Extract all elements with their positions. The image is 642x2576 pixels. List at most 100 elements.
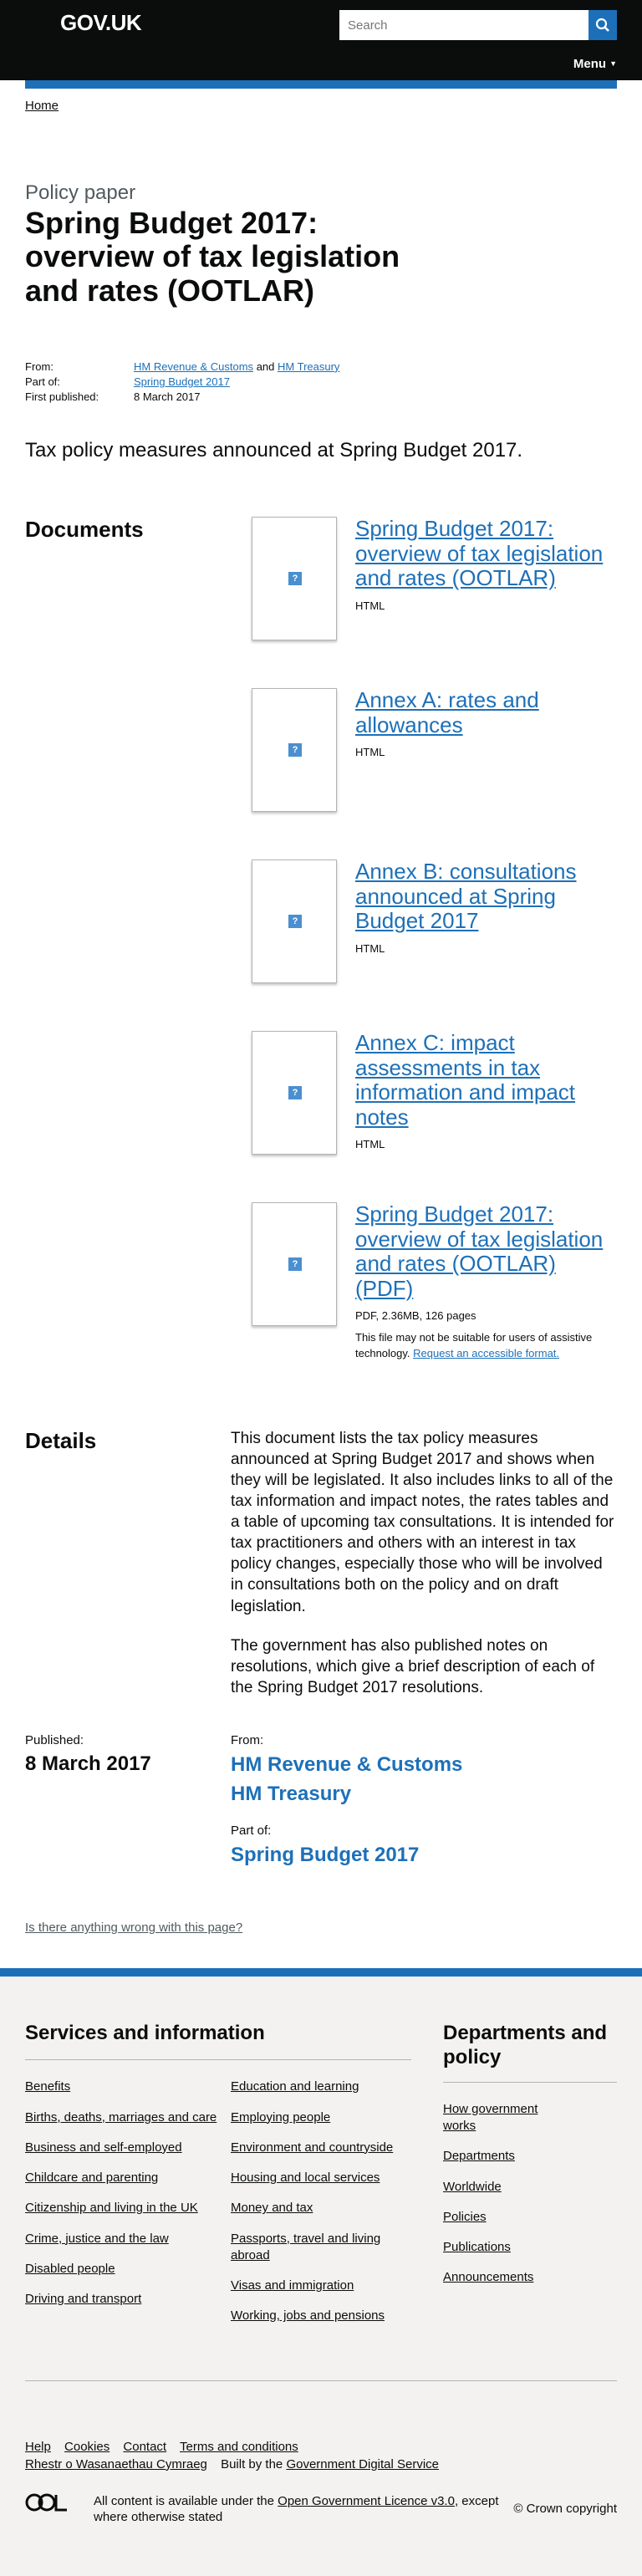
- published-label: Published:: [25, 1732, 84, 1747]
- footer-link[interactable]: Disabled people: [25, 2262, 115, 2276]
- meta-org-treasury[interactable]: HM Treasury: [278, 360, 339, 373]
- footer-link[interactable]: Passports, travel and living abroad: [231, 2232, 380, 2262]
- meta-first-published: First published: 8 March 2017: [25, 390, 617, 405]
- document-item: ? Annex A: rates and allowances HTML: [225, 687, 617, 860]
- document-placeholder-icon: ?: [288, 1257, 302, 1271]
- footer-link[interactable]: Departments: [443, 2149, 515, 2163]
- footer-cookies-link[interactable]: Cookies: [64, 2440, 110, 2454]
- footer-departments-heading: Departments and policy: [443, 2022, 617, 2083]
- footer-services-heading: Services and information: [25, 2022, 411, 2061]
- document-thumbnail[interactable]: ?: [252, 687, 337, 812]
- documents-heading: Documents: [25, 516, 144, 542]
- footer-link[interactable]: Money and tax: [231, 2201, 313, 2215]
- search-form: [339, 10, 617, 40]
- meta-org-hmrc[interactable]: HM Revenue & Customs: [134, 360, 253, 373]
- footer-link[interactable]: Business and self-employed: [25, 2140, 182, 2155]
- meta-part-of: Part of: Spring Budget 2017: [25, 375, 617, 390]
- footer-departments-list: How government works Departments Worldwi…: [443, 2101, 560, 2287]
- footer-help-link[interactable]: Help: [25, 2440, 51, 2454]
- footer-contact-link[interactable]: Contact: [123, 2440, 166, 2454]
- document-placeholder-icon: ?: [288, 742, 302, 757]
- footer-link[interactable]: Citizenship and living in the UK: [25, 2201, 198, 2215]
- document-item: ? Spring Budget 2017: overview of tax le…: [225, 1201, 617, 1381]
- document-item: ? Annex C: impact assessments in tax inf…: [225, 1030, 617, 1202]
- document-item: ? Annex B: consultations announced at Sp…: [225, 859, 617, 1031]
- site-header: GOV.UK Menu▼: [0, 0, 642, 80]
- title-block: Policy paper Spring Budget 2017: overvie…: [0, 113, 642, 308]
- footer-link[interactable]: Visas and immigration: [231, 2278, 354, 2293]
- footer-link[interactable]: Working, jobs and pensions: [231, 2308, 385, 2323]
- footer-link[interactable]: Publications: [443, 2240, 511, 2254]
- footer-link[interactable]: How government works: [443, 2102, 538, 2133]
- footer-terms-link[interactable]: Terms and conditions: [180, 2440, 298, 2454]
- page-title: Spring Budget 2017: overview of tax legi…: [25, 206, 400, 308]
- document-format: HTML: [355, 746, 385, 759]
- meta-first-published-date: 8 March 2017: [134, 390, 201, 403]
- document-item: ? Spring Budget 2017: overview of tax le…: [225, 516, 617, 688]
- page-caption: Policy paper: [25, 181, 136, 204]
- search-icon: [595, 18, 609, 32]
- published-section: Published: 8 March 2017 From: HM Revenue…: [0, 1716, 642, 1870]
- footer-link[interactable]: Policies: [443, 2210, 487, 2224]
- footer-link[interactable]: Environment and countryside: [231, 2140, 393, 2155]
- published-org-treasury[interactable]: HM Treasury: [231, 1780, 617, 1809]
- footer-link[interactable]: Benefits: [25, 2079, 70, 2094]
- footer-services: Services and information Benefits Births…: [25, 2022, 411, 2338]
- document-placeholder-icon: ?: [288, 571, 302, 585]
- footer-meta: Help Cookies Contact Terms and condition…: [25, 2440, 617, 2526]
- accessibility-note: This file may not be suitable for users …: [355, 1330, 617, 1362]
- document-thumbnail[interactable]: ?: [252, 859, 337, 983]
- footer-welsh-link[interactable]: Rhestr o Wasanaethau Cymraeg: [25, 2457, 207, 2471]
- menu-button[interactable]: Menu ▼: [573, 57, 617, 71]
- request-accessible-format-link[interactable]: Request an accessible format.: [413, 1347, 559, 1359]
- search-button[interactable]: [588, 10, 617, 40]
- crown-copyright-link[interactable]: © Crown copyright: [513, 2493, 617, 2516]
- footer-link[interactable]: Driving and transport: [25, 2292, 141, 2306]
- documents-list: ? Spring Budget 2017: overview of tax le…: [225, 516, 617, 1381]
- meta-and: and: [256, 360, 275, 373]
- document-link[interactable]: Annex C: impact assessments in tax infor…: [355, 1030, 617, 1130]
- footer-link[interactable]: Education and learning: [231, 2079, 359, 2094]
- published-org-hmrc[interactable]: HM Revenue & Customs: [231, 1751, 617, 1780]
- footer-link[interactable]: Announcements: [443, 2270, 533, 2284]
- meta-part-of-link[interactable]: Spring Budget 2017: [134, 375, 230, 390]
- footer-divider: [25, 2380, 617, 2381]
- footer-link[interactable]: Crime, justice and the law: [25, 2232, 169, 2246]
- footer-gds-link[interactable]: Government Digital Service: [286, 2457, 439, 2471]
- footer-link[interactable]: Housing and local services: [231, 2170, 380, 2185]
- document-link[interactable]: Annex A: rates and allowances: [355, 687, 617, 737]
- footer-built-by: Built by the: [221, 2456, 283, 2471]
- document-thumbnail[interactable]: ?: [252, 1201, 337, 1326]
- menu-label: Menu: [573, 57, 607, 71]
- document-format: HTML: [355, 1138, 385, 1151]
- published-from-label: From:: [231, 1732, 264, 1747]
- details-body: This document lists the tax policy measu…: [231, 1428, 617, 1716]
- document-thumbnail[interactable]: ?: [252, 1030, 337, 1155]
- meta-part-of-label: Part of:: [25, 375, 60, 388]
- published-date: 8 March 2017: [25, 1752, 151, 1775]
- search-input[interactable]: [339, 10, 588, 40]
- footer-link[interactable]: Childcare and parenting: [25, 2170, 158, 2185]
- footer-link[interactable]: Births, deaths, marriages and care: [25, 2110, 217, 2125]
- document-link[interactable]: Spring Budget 2017: overview of tax legi…: [355, 516, 617, 591]
- document-placeholder-icon: ?: [288, 1085, 302, 1099]
- report-problem-link[interactable]: Is there anything wrong with this page?: [25, 1921, 242, 1935]
- footer-departments: Departments and policy How government wo…: [443, 2022, 617, 2338]
- details-heading: Details: [25, 1427, 97, 1453]
- ogl-logo-icon: [25, 2493, 72, 2514]
- published-part-of-label: Part of:: [231, 1824, 272, 1839]
- document-link[interactable]: Annex B: consultations announced at Spri…: [355, 859, 617, 934]
- published-part-of-link[interactable]: Spring Budget 2017: [231, 1841, 617, 1870]
- feedback-prompt: Is there anything wrong with this page?: [0, 1870, 642, 1935]
- breadcrumb-home[interactable]: Home: [25, 99, 59, 113]
- footer-services-col1: Benefits Births, deaths, marriages and c…: [25, 2079, 231, 2338]
- footer-link[interactable]: Worldwide: [443, 2180, 502, 2194]
- document-thumbnail[interactable]: ?: [252, 516, 337, 640]
- footer-services-col2: Education and learning Employing people …: [231, 2079, 411, 2338]
- published-left: Published: 8 March 2017: [25, 1733, 231, 1870]
- ogl-link[interactable]: Open Government Licence v3.0: [278, 2494, 455, 2508]
- document-link[interactable]: Spring Budget 2017: overview of tax legi…: [355, 1201, 617, 1302]
- metadata: From: HM Revenue & Customs and HM Treasu…: [0, 308, 642, 405]
- govuk-logo[interactable]: GOV.UK: [60, 10, 142, 36]
- footer-link[interactable]: Employing people: [231, 2110, 330, 2125]
